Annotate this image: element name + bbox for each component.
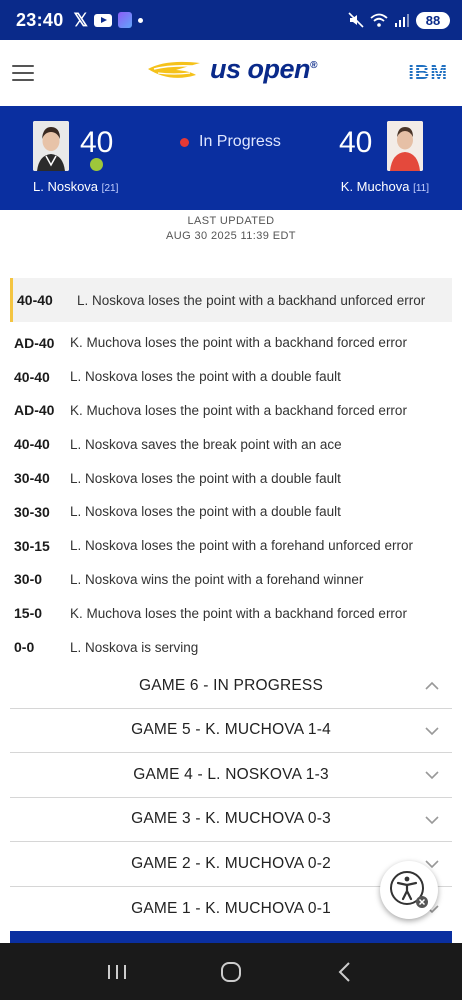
status-bar: 23:40 𝕏 88 [0, 0, 462, 40]
point-row: 30-30 L. Noskova loses the point with a … [10, 495, 452, 529]
back-button[interactable] [325, 957, 365, 987]
home-icon [221, 961, 241, 982]
point-row: 0-0 L. Noskova is serving [10, 630, 452, 664]
point-row: 30-40 L. Noskova loses the point with a … [10, 461, 452, 495]
point-score: 30-0 [14, 571, 43, 588]
chevron-down-icon[interactable] [424, 812, 440, 828]
us-open-logo[interactable]: us open® [146, 54, 317, 85]
chevron-up-icon[interactable] [424, 678, 440, 694]
point-description: L. Noskova loses the point with a double… [70, 369, 341, 385]
point-description: K. Muchova loses the point with a backha… [70, 402, 407, 418]
chevron-down-icon[interactable] [424, 767, 440, 783]
point-description: L. Noskova loses the point with a foreha… [70, 538, 413, 554]
recent-apps-button[interactable] [97, 957, 137, 987]
player1-seed: [21] [101, 183, 119, 194]
game-label: GAME 4 - L. NOSKOVA 1-3 [133, 765, 329, 783]
player1-score: 40 [80, 126, 114, 159]
point-score: AD-40 [14, 402, 55, 419]
point-description: K. Muchova loses the point with a backha… [70, 605, 407, 621]
point-description: L. Noskova wins the point with a forehan… [70, 571, 364, 587]
dot-icon [138, 17, 144, 23]
point-description: L. Noskova loses the point with a double… [70, 470, 341, 486]
point-row: AD-40 K. Muchova loses the point with a … [10, 326, 452, 360]
point-row: 40-40 L. Noskova loses the point with a … [10, 278, 452, 322]
point-score: 40-40 [17, 292, 53, 308]
point-score: AD-40 [14, 334, 55, 351]
point-row: 30-0 L. Noskova wins the point with a fo… [10, 563, 452, 597]
point-score: 30-40 [14, 470, 50, 487]
point-score: 0-0 [14, 639, 35, 656]
player2-score: 40 [339, 126, 373, 159]
chevron-down-icon[interactable] [424, 723, 440, 739]
point-row: 30-15 L. Noskova loses the point with a … [10, 529, 452, 563]
status-time: 23:40 [16, 9, 64, 30]
system-nav-bar [0, 943, 462, 1000]
point-row: AD-40 K. Muchova loses the point with a … [10, 394, 452, 428]
point-row: 40-40 L. Noskova saves the break point w… [10, 427, 452, 461]
signal-icon [395, 14, 409, 27]
game-label: GAME 2 - K. MUCHOVA 0-2 [131, 854, 331, 872]
ibm-logo[interactable]: IBM [408, 62, 448, 85]
player2-name[interactable]: K. Muchova [11] [341, 179, 429, 194]
recent-apps-icon [108, 964, 126, 979]
tennis-ball-logo-icon [148, 61, 200, 78]
next-section-bar [10, 931, 452, 943]
last-updated-value: AUG 30 2025 11:39 EDT [166, 230, 296, 242]
app-header: us open® IBM [0, 40, 462, 106]
system-icons: 88 [348, 11, 450, 29]
point-description: L. Noskova saves the break point with an… [70, 436, 342, 452]
last-updated: LAST UPDATED AUG 30 2025 11:39 EDT [0, 214, 462, 244]
match-scorecard: 40 In Progress 40 L. Noskova [21] K. Muc… [0, 106, 462, 210]
game-label: GAME 5 - K. MUCHOVA 1-4 [131, 721, 331, 739]
game-5-header[interactable]: GAME 5 - K. MUCHOVA 1-4 [10, 709, 452, 753]
point-score: 40-40 [14, 436, 50, 453]
player1-name[interactable]: L. Noskova [21] [33, 179, 118, 194]
match-status: In Progress [180, 133, 281, 151]
point-by-point-list: 40-40 L. Noskova loses the point with a … [10, 278, 452, 664]
back-icon [338, 961, 350, 982]
point-score: 15-0 [14, 605, 43, 622]
live-dot-icon [180, 137, 189, 147]
last-updated-label: LAST UPDATED [187, 215, 275, 227]
point-score: 40-40 [14, 368, 50, 385]
wifi-icon [370, 13, 388, 27]
point-row: 40-40 L. Noskova loses the point with a … [10, 360, 452, 394]
game-label: GAME 6 - IN PROGRESS [138, 676, 323, 694]
accessibility-icon [390, 871, 428, 908]
game-label: GAME 1 - K. MUCHOVA 0-1 [131, 899, 331, 917]
hamburger-menu-icon[interactable] [12, 65, 34, 81]
match-status-text: In Progress [199, 133, 281, 150]
battery-icon: 88 [416, 11, 450, 29]
player1-avatar [33, 121, 69, 171]
notification-icons: 𝕏 [74, 10, 144, 31]
home-button[interactable] [211, 957, 251, 987]
point-description: L. Noskova is serving [70, 639, 199, 655]
mute-icon [348, 12, 364, 28]
youtube-icon [94, 13, 113, 27]
logo-text: us open® [210, 54, 317, 84]
game-4-header[interactable]: GAME 4 - L. NOSKOVA 1-3 [10, 753, 452, 798]
serving-ball-icon [90, 158, 103, 171]
point-score: 30-15 [14, 537, 50, 554]
x-icon: 𝕏 [73, 9, 89, 30]
game-3-header[interactable]: GAME 3 - K. MUCHOVA 0-3 [10, 798, 452, 842]
game-label: GAME 3 - K. MUCHOVA 0-3 [131, 810, 331, 828]
point-description: K. Muchova loses the point with a backha… [70, 335, 407, 351]
player2-avatar [387, 121, 423, 171]
game-6-header[interactable]: GAME 6 - IN PROGRESS [10, 664, 452, 709]
point-description: L. Noskova loses the point with a backha… [77, 292, 426, 308]
point-row: 15-0 K. Muchova loses the point with a b… [10, 596, 452, 630]
accessibility-button[interactable] [380, 861, 438, 919]
point-description: L. Noskova loses the point with a double… [70, 504, 341, 520]
app-icon [118, 12, 133, 28]
point-score: 30-30 [14, 503, 50, 520]
player2-seed: [11] [413, 183, 429, 194]
